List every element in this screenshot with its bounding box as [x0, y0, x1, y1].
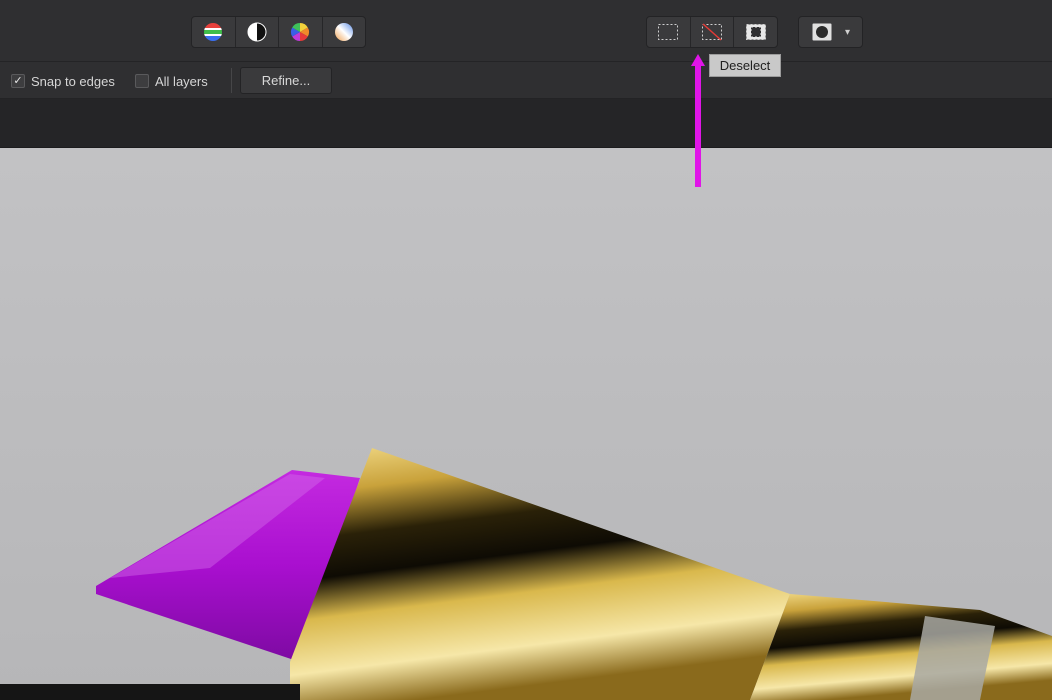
brightness-contrast-button[interactable]	[236, 17, 279, 47]
gradient-map-button[interactable]	[323, 17, 366, 47]
main-toolbar: ▾	[0, 0, 1052, 62]
snap-to-edges-label: Snap to edges	[31, 73, 115, 89]
table-edge	[0, 684, 300, 700]
select-all-button[interactable]	[647, 17, 691, 47]
mask-icon	[812, 23, 832, 41]
snap-to-edges-checkbox[interactable]: ✓	[11, 74, 25, 88]
snap-to-edges-option[interactable]: ✓ Snap to edges	[11, 72, 115, 90]
select-all-icon	[658, 24, 679, 40]
deselect-tooltip: Deselect	[709, 54, 781, 77]
color-balance-icon	[204, 23, 223, 41]
photo-canvas[interactable]	[0, 148, 1052, 700]
toolbar-divider	[231, 68, 232, 93]
hue-wheel-button[interactable]	[279, 17, 323, 47]
deselect-button[interactable]	[691, 17, 735, 47]
all-layers-checkbox[interactable]	[135, 74, 149, 88]
document-tab-strip	[0, 99, 1052, 148]
mask-dropdown[interactable]: ▾	[798, 16, 863, 48]
adjustments-button-group	[191, 16, 366, 48]
selection-button-group	[646, 16, 778, 48]
mask-button[interactable]	[799, 17, 845, 47]
all-layers-option[interactable]: All layers	[135, 72, 208, 90]
brightness-contrast-icon	[247, 22, 267, 42]
invert-selection-icon	[745, 24, 766, 40]
invert-selection-button[interactable]	[734, 17, 777, 47]
all-layers-label: All layers	[155, 73, 208, 89]
color-balance-button[interactable]	[192, 17, 236, 47]
gradient-map-icon	[334, 23, 353, 41]
annotation-arrow	[691, 54, 705, 187]
chevron-down-icon[interactable]: ▾	[845, 27, 850, 38]
deselect-icon	[702, 23, 722, 41]
hue-wheel-icon	[291, 22, 310, 42]
refine-button[interactable]: Refine...	[240, 67, 332, 94]
